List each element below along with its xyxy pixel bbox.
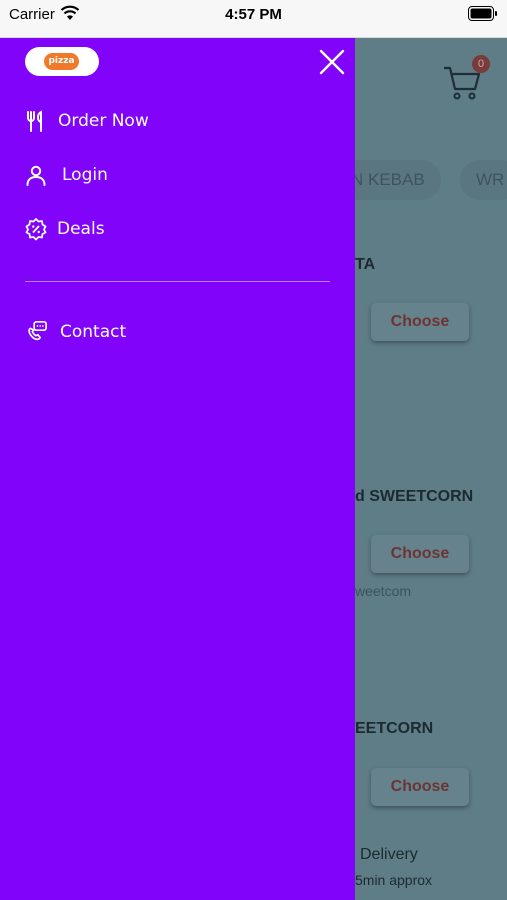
choose-button[interactable]: Choose	[371, 768, 469, 806]
phone-chat-icon	[24, 320, 48, 344]
close-drawer-button[interactable]	[316, 46, 348, 78]
background-page: 0 N KEBAB WR TA Choose d SWEETCORN Choos…	[355, 38, 507, 900]
close-icon	[319, 49, 345, 75]
logo-text: pizza	[44, 53, 79, 70]
status-bar: Carrier 4:57 PM	[0, 0, 507, 38]
item-title: TA	[355, 256, 376, 273]
tab-wraps[interactable]: WR	[460, 160, 507, 200]
discount-badge-icon	[24, 217, 48, 241]
menu-item-login[interactable]: Login	[24, 160, 324, 190]
cutlery-icon	[24, 109, 48, 133]
item-description: weetcom	[355, 583, 412, 599]
brand-logo[interactable]: pizza	[25, 47, 99, 76]
menu-divider	[25, 281, 330, 282]
delivery-time: 5min approx	[355, 872, 433, 888]
tab-kebab[interactable]: N KEBAB	[355, 160, 441, 200]
status-time: 4:57 PM	[225, 6, 282, 23]
cart-count-badge: 0	[472, 55, 490, 73]
menu-item-contact[interactable]: Contact	[24, 317, 324, 347]
item-title: EETCORN	[355, 720, 434, 737]
menu-item-label: Login	[62, 165, 108, 185]
item-title: d SWEETCORN	[355, 488, 474, 505]
navigation-drawer: pizza Order Now Login Deals Contact	[0, 38, 355, 900]
choose-button[interactable]: Choose	[371, 535, 469, 573]
delivery-label: Delivery	[360, 846, 418, 863]
user-icon	[24, 163, 48, 187]
menu-item-order-now[interactable]: Order Now	[24, 106, 324, 136]
choose-button[interactable]: Choose	[371, 303, 469, 341]
battery-icon	[468, 6, 498, 26]
menu-item-deals[interactable]: Deals	[24, 214, 324, 244]
menu-item-label: Deals	[57, 219, 105, 239]
menu-item-label: Contact	[60, 322, 127, 342]
menu-item-label: Order Now	[58, 111, 149, 131]
